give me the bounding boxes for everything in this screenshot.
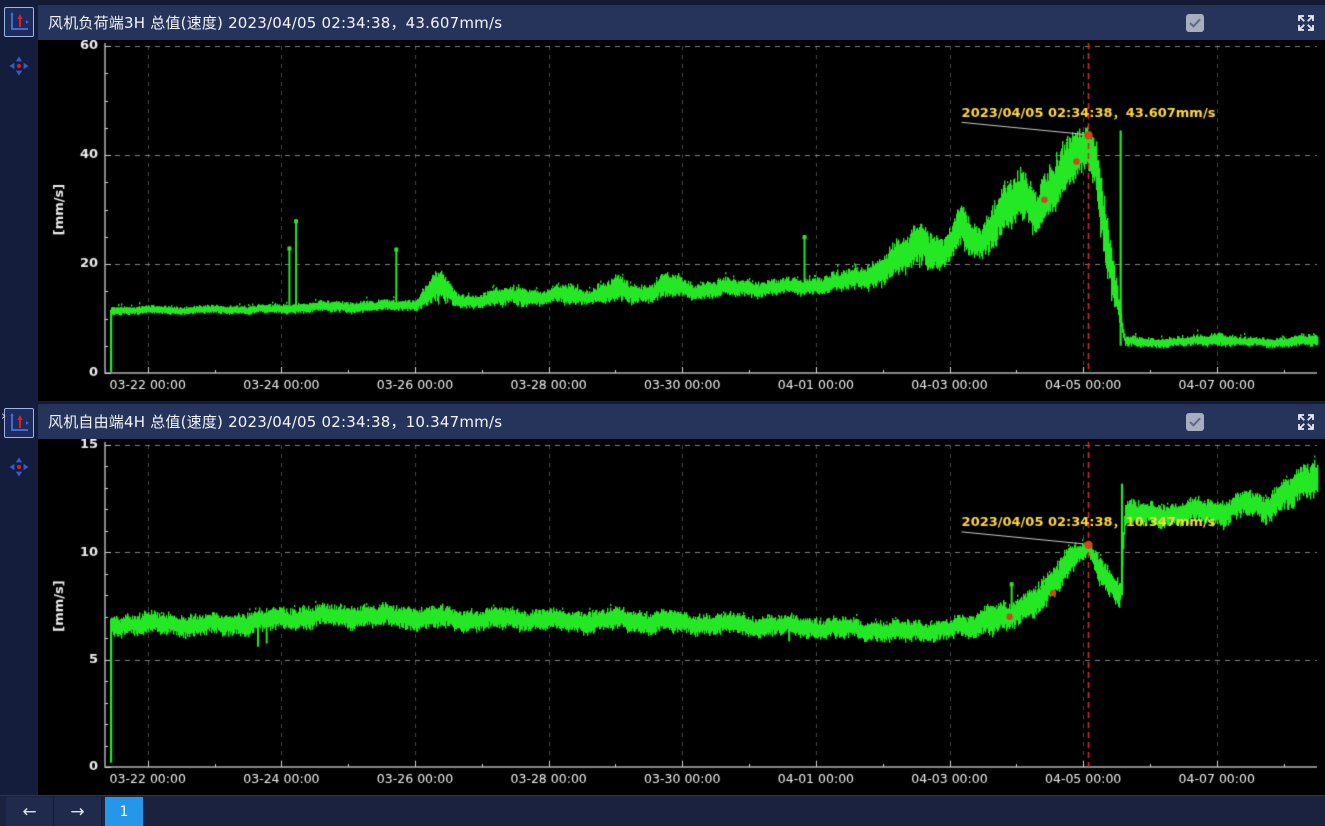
- pagination-bar: ← → 1: [0, 795, 1325, 826]
- page-button-1[interactable]: 1: [105, 797, 143, 826]
- trend-cursor-tool-icon[interactable]: [4, 408, 34, 438]
- panel-toolbar: [0, 401, 38, 795]
- chart-header: 风机自由端4H 总值(速度) 2023/04/05 02:34:38，10.34…: [38, 404, 1325, 439]
- chart-area: [38, 40, 1325, 401]
- fullscreen-icon[interactable]: [1296, 412, 1316, 432]
- left-arrow-icon: ←: [22, 802, 36, 822]
- pan-tool-icon[interactable]: [4, 452, 34, 482]
- panel-main: 风机自由端4H 总值(速度) 2023/04/05 02:34:38，10.34…: [38, 401, 1325, 795]
- series-visibility-checkbox[interactable]: [1186, 14, 1204, 32]
- chart-panel-load-end-3h: 风机负荷端3H 总值(速度) 2023/04/05 02:34:38，43.60…: [0, 0, 1325, 401]
- trend-chart-canvas-2[interactable]: [38, 439, 1325, 795]
- panel-main: 风机负荷端3H 总值(速度) 2023/04/05 02:34:38，43.60…: [38, 0, 1325, 401]
- fullscreen-icon[interactable]: [1296, 13, 1316, 33]
- trend-chart-canvas-1[interactable]: [38, 40, 1325, 401]
- checkmark-icon: [1189, 18, 1201, 28]
- trend-monitor-page: 风机负荷端3H 总值(速度) 2023/04/05 02:34:38，43.60…: [0, 0, 1325, 826]
- panel-expander-chevron[interactable]: ›: [0, 409, 7, 424]
- series-visibility-checkbox[interactable]: [1186, 413, 1204, 431]
- right-arrow-icon: →: [70, 802, 84, 822]
- trend-cursor-tool-icon[interactable]: [4, 7, 34, 37]
- chart-title: 风机自由端4H 总值(速度) 2023/04/05 02:34:38，10.34…: [48, 411, 1186, 432]
- pan-tool-icon[interactable]: [4, 51, 34, 81]
- panel-toolbar: [0, 0, 38, 401]
- chart-title: 风机负荷端3H 总值(速度) 2023/04/05 02:34:38，43.60…: [48, 12, 1186, 33]
- checkmark-icon: [1189, 417, 1201, 427]
- chart-panel-free-end-4h: ›: [0, 401, 1325, 795]
- next-page-button[interactable]: →: [54, 797, 102, 826]
- prev-page-button[interactable]: ←: [6, 797, 54, 826]
- chart-area: [38, 439, 1325, 795]
- chart-header: 风机负荷端3H 总值(速度) 2023/04/05 02:34:38，43.60…: [38, 5, 1325, 40]
